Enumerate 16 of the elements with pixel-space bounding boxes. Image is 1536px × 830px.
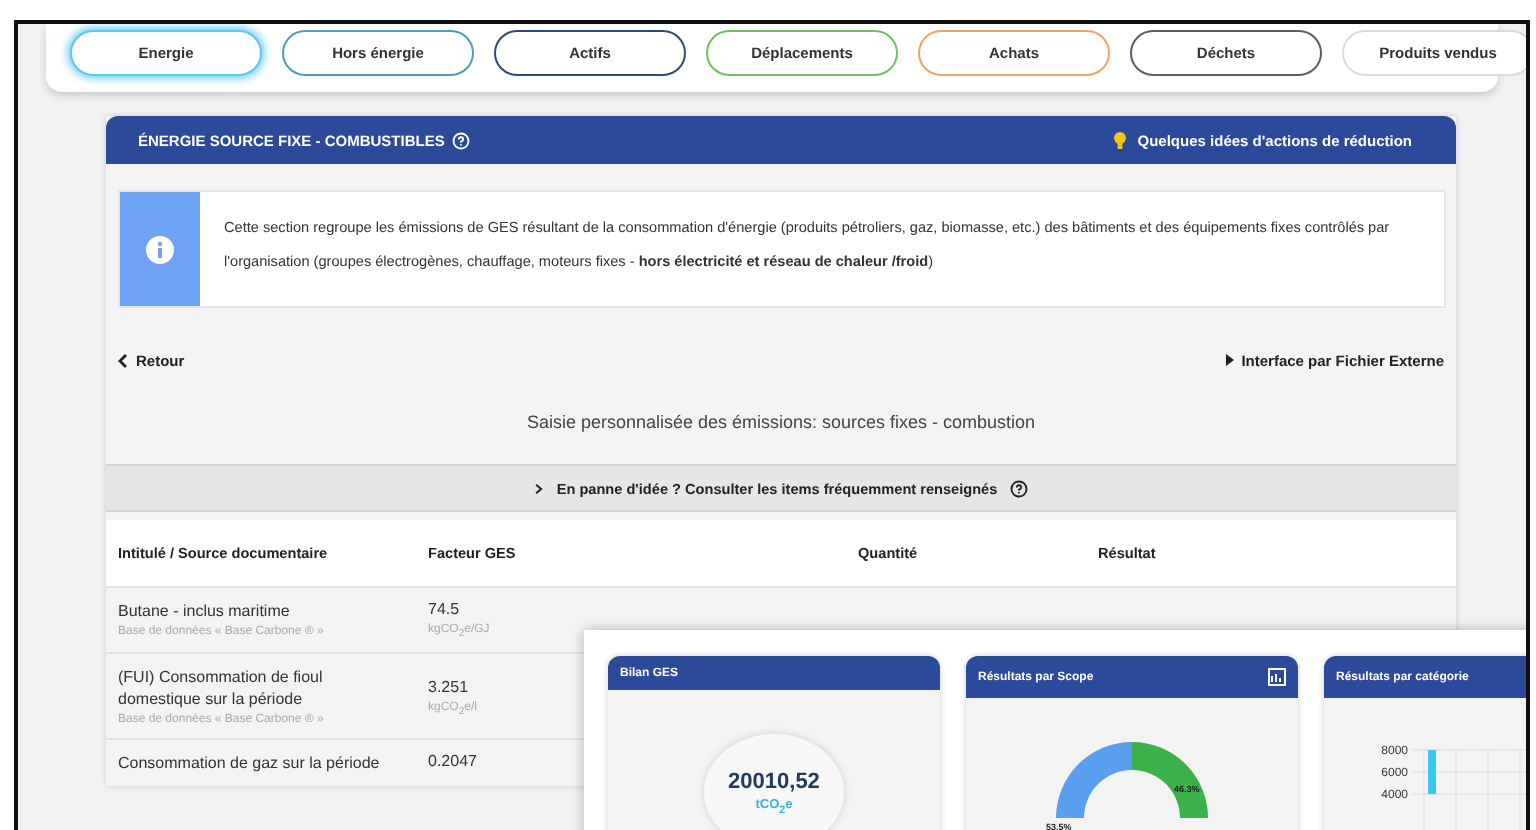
chevron-icon (534, 481, 545, 495)
info-icon (146, 235, 174, 263)
row-title: Consommation de gaz sur la période (118, 752, 382, 775)
chevron-left-icon (118, 353, 128, 367)
chart-icon[interactable] (1268, 668, 1286, 686)
lightbulb-icon (1113, 131, 1126, 149)
subtitle: Saisie personnalisée des émissions: sources fixes - combustion (524, 412, 1038, 436)
caret-right-icon (1225, 354, 1234, 366)
chart-bar (1428, 750, 1436, 794)
row-title: Butane - inclus maritime (118, 600, 292, 622)
factor-value: 3.251 (428, 678, 471, 697)
factor-value: 0.2047 (428, 752, 479, 771)
help-icon[interactable] (1009, 479, 1028, 497)
total-value: 20010,52 (728, 769, 820, 793)
factor-value: 74.5 (428, 600, 462, 618)
row-title: (FUI) Consommation de fioul domestique sur la période (118, 666, 325, 711)
